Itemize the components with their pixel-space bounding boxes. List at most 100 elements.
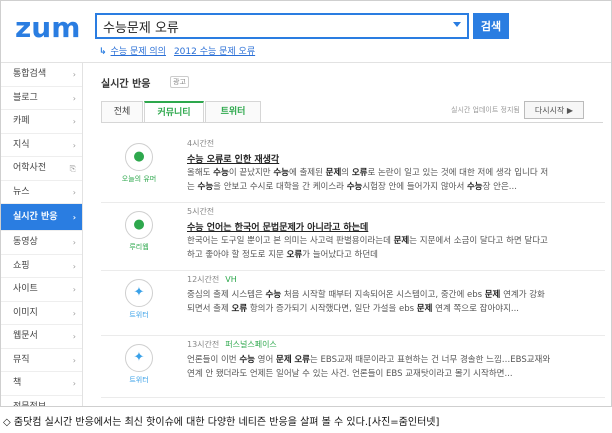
chevron-right-icon: › — [72, 402, 76, 407]
search-button[interactable]: 검색 — [473, 13, 509, 39]
chevron-right-icon: › — [72, 285, 76, 294]
sidebar-item-label: 사이트 — [13, 284, 38, 294]
sidebar-item-label: 카페 — [13, 116, 30, 126]
post-body-line: 하고 좋아야 할 정도로 지문 오류가 늘어났다고 하던데 — [187, 250, 378, 260]
ad-badge: 광고 — [170, 76, 189, 88]
tab-twitter[interactable]: 트위터 — [205, 101, 261, 123]
source-name[interactable]: 트위터 — [107, 310, 171, 320]
chevron-right-icon: › — [72, 187, 76, 197]
feed-item[interactable]: ✦ 트위터 12시간전 VH 중심의 출제 시스템은 수능 처음 시작할 때부터 지속되… — [101, 271, 605, 336]
avatar[interactable]: ✦ — [125, 344, 153, 372]
post-body-line: 되면서 출제 오류 항의가 증가되기 시작했다면, 일단 가설을 ebs 문제 … — [187, 304, 520, 314]
sidebar-item[interactable]: 책 › — [1, 372, 82, 396]
chevron-right-icon: › — [72, 379, 76, 388]
sidebar-item-label: 블로그 — [13, 92, 38, 103]
time-text: 13시간전 — [187, 340, 220, 349]
sidebar-item[interactable]: 뮤직 › — [1, 349, 82, 372]
related-link[interactable]: 수능 문제 의의 — [111, 47, 166, 57]
sidebar-item[interactable]: 카페 › — [1, 110, 82, 134]
source-name[interactable]: 트위터 — [107, 375, 171, 385]
feed-item[interactable]: ● 루리웹 5시간전수능 언어는 한국어 문법문제가 아니라고 하는데한국어는 도구… — [101, 203, 605, 271]
time-text: 5시간전 — [187, 207, 215, 216]
twitter-bird-icon: ✦ — [133, 350, 145, 365]
related-searches: ↳ 수능 문제 의의 2012 수능 문제 오류 — [99, 44, 263, 57]
header: zum 검색 ↳ 수능 문제 의의 2012 수능 문제 오류 — [1, 1, 611, 63]
chevron-right-icon: › — [72, 93, 76, 103]
sidebar-item[interactable]: 이미지 › — [1, 302, 82, 325]
chevron-right-icon: › — [72, 117, 76, 126]
chevron-right-icon: › — [72, 70, 76, 79]
post-body: 중심의 출제 시스템은 수능 처음 시작할 때부터 지속되어온 시스템이고, 중… — [187, 288, 597, 316]
sidebar-item[interactable]: 통합검색 › — [1, 63, 82, 87]
timestamp: 4시간전 — [187, 138, 214, 149]
post-body-line: 중심의 출제 시스템은 수능 처음 시작할 때부터 지속되어온 시스템이고, 중… — [187, 290, 545, 300]
post-title[interactable]: 수능 오류로 인한 재생각 — [187, 152, 279, 165]
sidebar-item-label: 통합검색 — [13, 69, 47, 79]
search-input[interactable] — [97, 15, 437, 37]
photo-caption: ◇ 줌닷컴 실시간 반응에서는 최신 핫이슈에 대한 다양한 네티즌 반응을 살… — [3, 417, 440, 428]
timestamp: 13시간전 퍼스널스페이스 — [187, 339, 277, 350]
logo[interactable]: zum — [15, 11, 80, 44]
post-body-line: 연계 안 됐더라도 언제든 일어날 수 있는 사건. 언론들이 EBS 교재탓이… — [187, 369, 513, 379]
tab-community[interactable]: 커뮤니티 — [144, 101, 204, 123]
dropdown-icon[interactable] — [453, 22, 461, 27]
twitter-bird-icon: ✦ — [133, 285, 145, 300]
sidebar-item-label: 어학사전 — [13, 163, 47, 173]
chevron-right-icon: › — [72, 308, 76, 318]
sidebar-item[interactable]: 실시간 반응 › — [1, 204, 82, 231]
sidebar-item[interactable]: 블로그 › — [1, 87, 82, 110]
timestamp: 12시간전 VH — [187, 274, 237, 285]
sidebar-item[interactable]: 뉴스 › — [1, 181, 82, 204]
search-box[interactable] — [95, 13, 469, 39]
section-title: 실시간 반응 — [101, 79, 151, 90]
post-body-line: 한국어는 도구일 뿐이고 본 의미는 사고력 판별용이라는데 문제는 지문에서 … — [187, 236, 548, 246]
time-text: 4시간전 — [187, 139, 215, 148]
update-status: 실시간 업데이트 정지됨 — [451, 106, 520, 114]
chevron-right-icon: › — [72, 213, 76, 222]
related-link[interactable]: 2012 수능 문제 오류 — [174, 47, 255, 57]
feed-item[interactable]: ● 오늘의 유머 4시간전수능 오류로 인한 재생각 올해도 수능이 끝났지만 수능에… — [101, 135, 605, 203]
sidebar-item-label: 지식 — [13, 139, 30, 150]
chevron-right-icon: › — [72, 261, 76, 271]
author-link[interactable]: 퍼스널스페이스 — [225, 340, 277, 349]
sidebar-item-label: 전문정보 — [13, 401, 47, 407]
sidebar-item-label: 뮤직 — [13, 354, 30, 365]
restart-button[interactable]: 다시시작 ▶ — [524, 101, 584, 119]
screenshot-frame: zum 검색 ↳수능 문제 의의2012 수능 문제 오류 통합검색›블로그›카… — [0, 0, 612, 407]
post-body: 언론들이 이번 수능 영어 문제 오류는 EBS교재 때문이라고 표현하는 건 … — [187, 353, 597, 381]
author-link[interactable]: VH — [225, 275, 237, 284]
sidebar-item[interactable]: 쇼핑 › — [1, 255, 82, 278]
person-icon: ● — [133, 217, 145, 232]
avatar[interactable]: ✦ — [125, 279, 153, 307]
person-icon: ● — [133, 149, 145, 164]
sidebar-item[interactable]: 어학사전 ⎘ — [1, 157, 82, 181]
time-text: 12시간전 — [187, 275, 220, 284]
post-title[interactable]: 수능 언어는 한국어 문법문제가 아니라고 하는데 — [187, 220, 368, 233]
post-body-line: 언론들이 이번 수능 영어 문제 오류는 EBS교재 때문이라고 표현하는 건 … — [187, 355, 551, 365]
chevron-right-icon: › — [72, 332, 76, 341]
source-name[interactable]: 오늘의 유머 — [107, 174, 171, 184]
post-body: 올해도 수능이 끝났지만 수능에 출제된 문제의 오류로 논란이 일고 있는 것… — [187, 166, 597, 194]
sidebar-item[interactable]: 동영상 › — [1, 231, 82, 255]
sidebar-item[interactable]: 지식 › — [1, 134, 82, 157]
sidebar: 통합검색 › 블로그 › 카페 › 지식 › 어학사전 ⎘ 뉴스 › 실시간 반응 › 동영상 › 쇼핑 › 사이트… — [1, 63, 83, 407]
sidebar-item-label: 이미지 — [13, 307, 38, 318]
tab-divider — [101, 122, 603, 123]
avatar[interactable]: ● — [125, 211, 153, 239]
sidebar-item[interactable]: 사이트 › — [1, 278, 82, 302]
external-link-icon: ⎘ — [69, 164, 76, 173]
sidebar-item-label: 뉴스 — [13, 186, 30, 197]
post-body: 한국어는 도구일 뿐이고 본 의미는 사고력 판별용이라는데 문제는 지문에서 … — [187, 234, 597, 262]
main-content: 실시간 반응 광고 전체 커뮤니티 트위터 실시간 업데이트 정지됨 다시시작 … — [83, 63, 611, 406]
sidebar-item[interactable]: 전문정보 › — [1, 396, 82, 407]
timestamp: 5시간전 — [187, 206, 214, 217]
sidebar-item-label: 책 — [13, 378, 22, 388]
avatar[interactable]: ● — [125, 143, 153, 171]
tab-all[interactable]: 전체 — [101, 101, 143, 123]
chevron-right-icon: › — [72, 238, 76, 247]
sidebar-item-label: 쇼핑 — [13, 260, 30, 271]
feed-item[interactable]: ✦ 트위터 13시간전 퍼스널스페이스언론들이 이번 수능 영어 문제 오류는 EBS… — [101, 336, 605, 398]
chevron-right-icon: › — [72, 140, 76, 150]
source-name[interactable]: 루리웹 — [107, 242, 171, 252]
sidebar-item[interactable]: 웹문서 › — [1, 325, 82, 349]
